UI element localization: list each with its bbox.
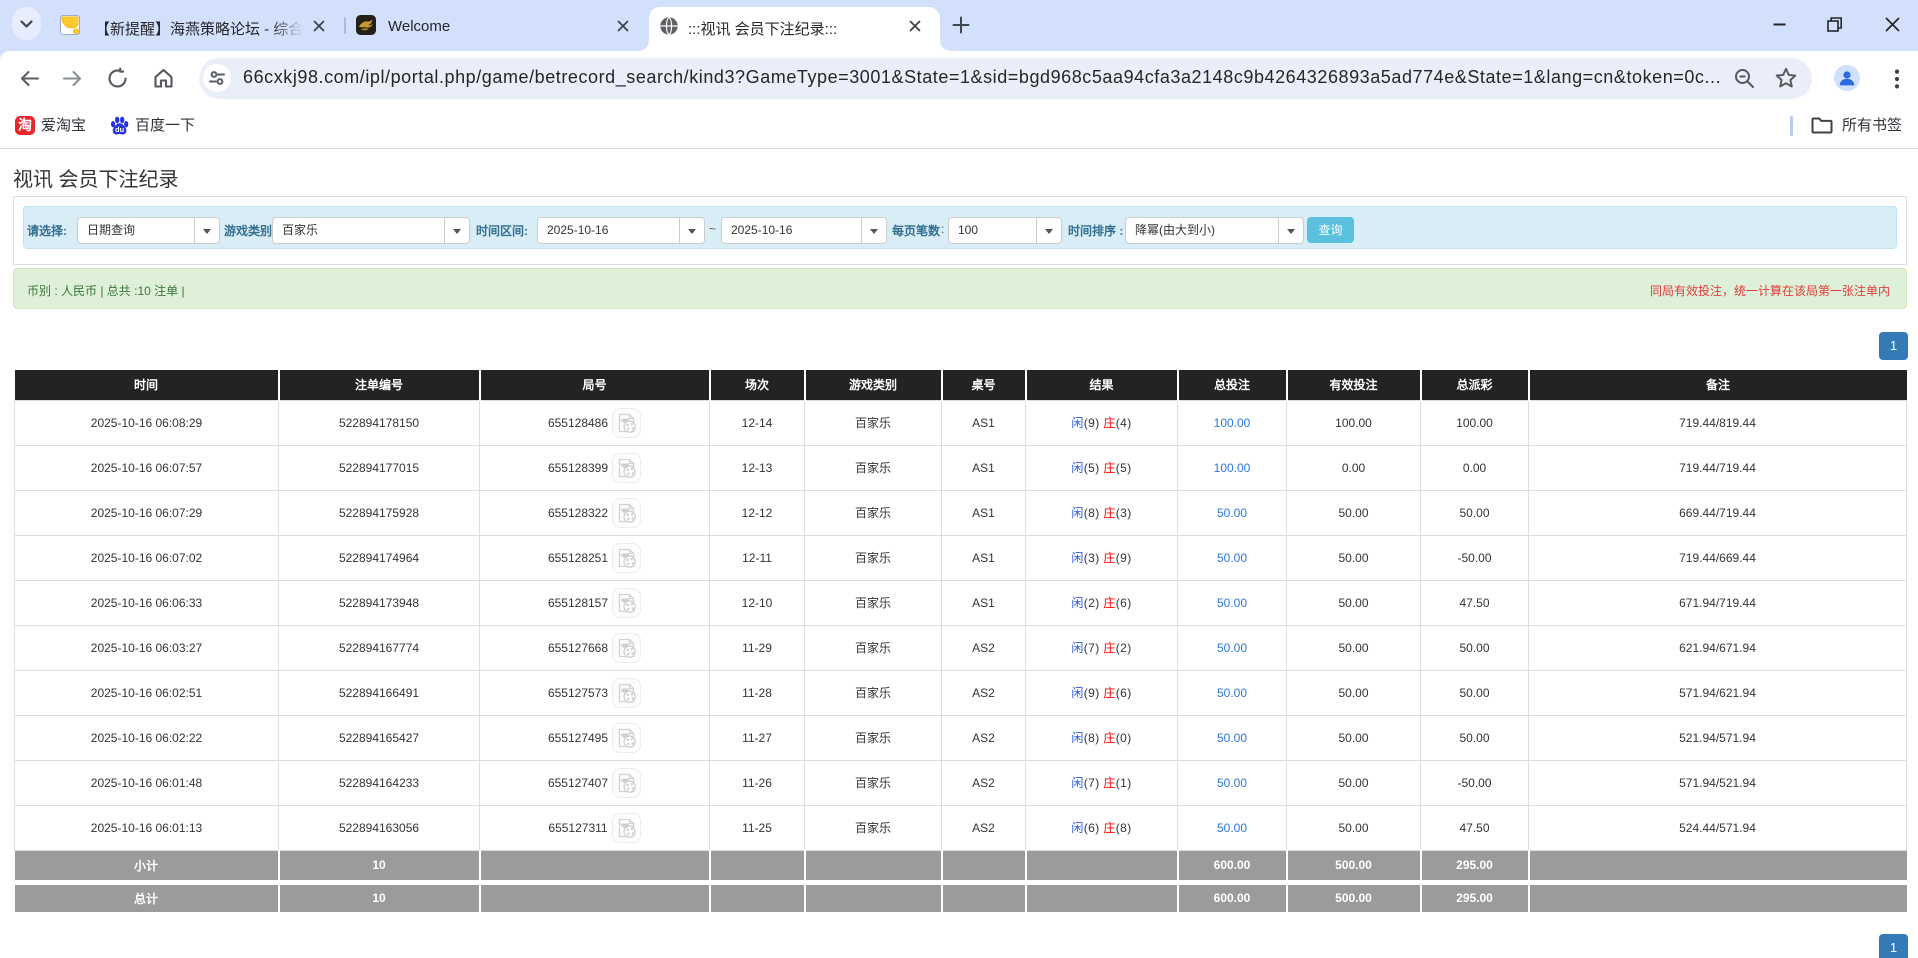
svg-text:du: du — [115, 125, 125, 134]
